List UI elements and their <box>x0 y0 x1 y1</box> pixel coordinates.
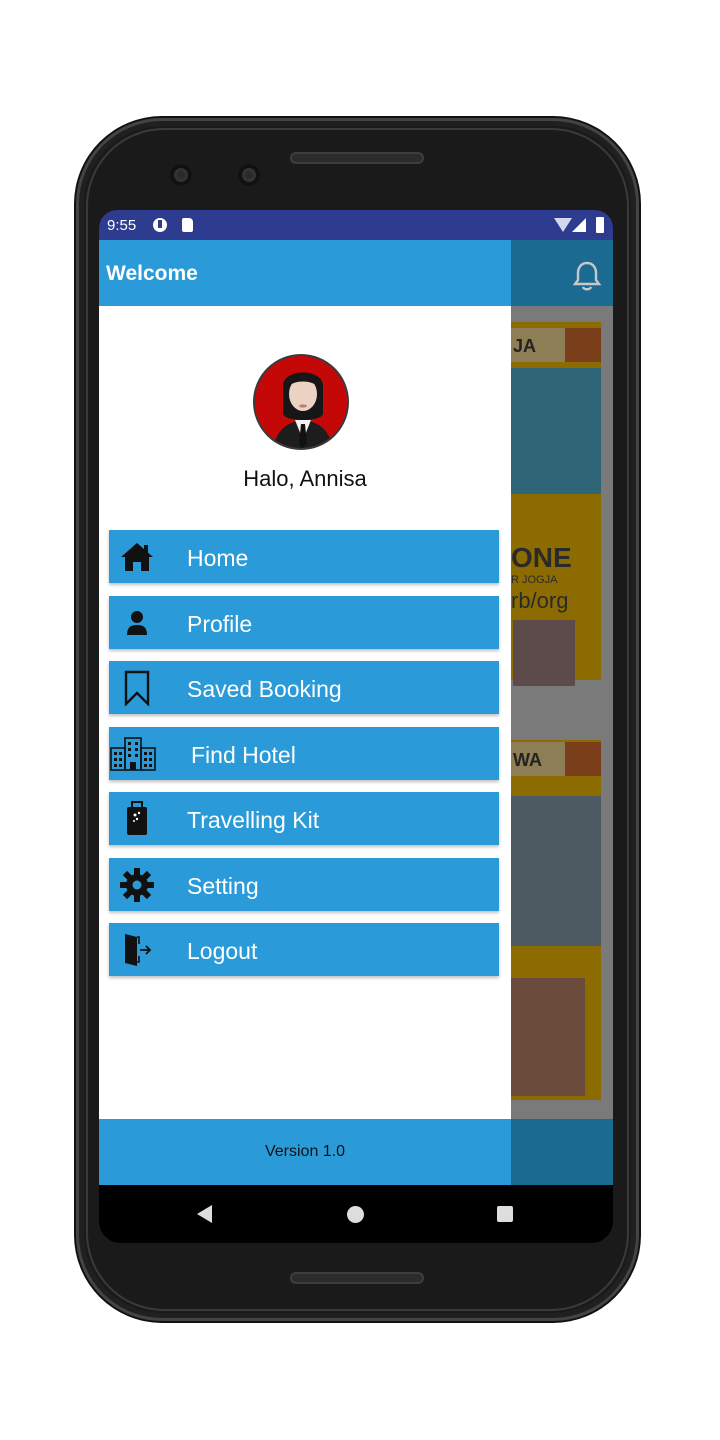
menu-label: Setting <box>187 873 259 899</box>
menu-item-find-hotel[interactable]: Find Hotel <box>109 727 499 780</box>
background-poster-1[interactable]: JA ONE R JOGJA rb/org <box>511 322 601 686</box>
menu-item-saved-booking[interactable]: Saved Booking <box>109 661 499 714</box>
menu-item-logout[interactable]: Logout <box>109 923 499 976</box>
signal-icon <box>572 218 586 232</box>
menu-item-travelling-kit[interactable]: Travelling Kit <box>109 792 499 845</box>
poster-label: R JOGJA <box>511 574 558 586</box>
menu-label: Profile <box>187 611 253 637</box>
status-time: 9:55 <box>107 217 137 234</box>
bottom-speaker <box>290 1272 424 1284</box>
status-bar: 9:55 <box>99 210 613 240</box>
menu-label: Logout <box>187 938 258 964</box>
poster-label: rb/org <box>511 588 569 613</box>
background-footer <box>511 1119 613 1185</box>
menu-item-setting[interactable]: Setting <box>109 858 499 911</box>
menu-item-home[interactable]: Home <box>109 530 499 583</box>
poster-label: WA <box>513 750 542 770</box>
menu-item-profile[interactable]: Profile <box>109 596 499 649</box>
bell-icon[interactable] <box>569 258 605 294</box>
front-camera <box>170 164 192 186</box>
bookmark-icon <box>124 670 150 706</box>
drawer-header: Welcome <box>99 240 511 306</box>
navigation-drawer: Welcome Halo, Annisa Home Profile Saved … <box>99 240 511 1185</box>
menu-label: Saved Booking <box>187 676 342 702</box>
poster-photo <box>511 368 601 494</box>
person-icon <box>127 611 147 635</box>
menu-label: Find Hotel <box>191 742 296 768</box>
luggage-icon <box>127 801 147 835</box>
poster-photo <box>511 796 601 946</box>
menu-label: Travelling Kit <box>187 807 320 833</box>
hotel-building-icon <box>110 737 156 771</box>
sd-card-icon <box>182 218 193 232</box>
version-text: Version 1.0 <box>264 1143 346 1160</box>
home-icon <box>121 543 153 571</box>
avatar-photo <box>255 356 347 448</box>
poster-label: JA <box>513 336 537 356</box>
poster-label: ONE <box>511 542 572 573</box>
avatar[interactable] <box>253 354 349 450</box>
wifi-icon <box>554 218 572 232</box>
earpiece-speaker <box>290 152 424 164</box>
system-navigation-bar <box>99 1185 613 1243</box>
recents-square-icon[interactable] <box>497 1206 513 1222</box>
back-icon[interactable] <box>197 1205 212 1223</box>
poster-photo <box>511 978 585 1096</box>
drawer-footer: Version 1.0 <box>99 1119 511 1185</box>
notification-icon <box>153 218 167 232</box>
menu-label: Home <box>187 545 249 571</box>
drawer-title: Welcome <box>106 262 198 285</box>
phone-screen: 9:55 JA ONE R JOGJA rb/org WA Welcome Ha… <box>99 210 613 1243</box>
home-circle-icon[interactable] <box>347 1206 364 1223</box>
gear-icon <box>120 868 154 902</box>
poster-photo <box>513 620 575 686</box>
front-sensor <box>238 164 260 186</box>
battery-icon <box>596 217 604 233</box>
logout-door-icon <box>125 934 152 966</box>
background-poster-2[interactable]: WA <box>511 740 601 1100</box>
greeting-text: Halo, Annisa <box>243 466 367 491</box>
